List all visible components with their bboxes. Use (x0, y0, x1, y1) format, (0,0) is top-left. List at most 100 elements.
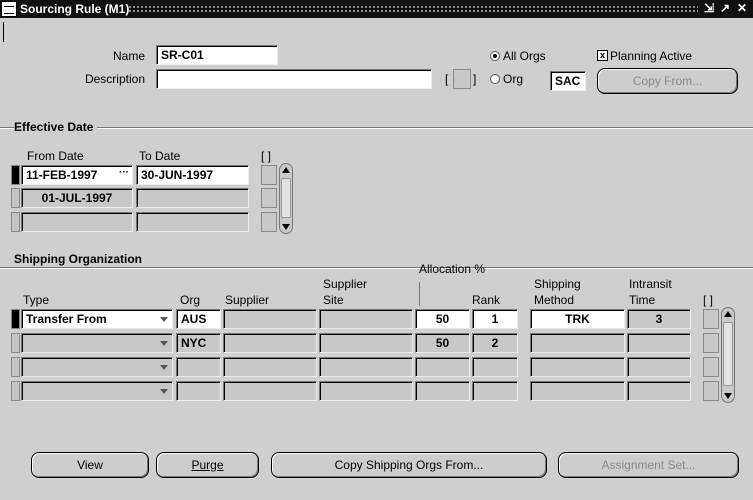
purge-button[interactable]: Purge (156, 452, 259, 478)
type-select[interactable] (21, 381, 173, 401)
ship-flex-field[interactable] (703, 357, 719, 377)
rank-cell[interactable]: 2 (472, 333, 518, 353)
to-date-field[interactable]: 30-JUN-1997 (136, 165, 249, 185)
from-date-field[interactable]: 11-FEB-1997 (21, 165, 133, 185)
scroll-down-icon[interactable] (282, 224, 290, 230)
ship-flex-field[interactable] (703, 309, 719, 329)
to-date-field[interactable] (136, 212, 249, 232)
date-flex-field[interactable] (261, 165, 277, 185)
effective-date-divider (0, 127, 753, 129)
org-cell[interactable] (176, 357, 221, 377)
to-date-header: To Date (139, 149, 181, 163)
desc-flex-field[interactable] (453, 69, 471, 89)
name-label: Name (112, 49, 145, 63)
supplier-cell[interactable] (223, 309, 317, 329)
ship-flex-field[interactable] (703, 333, 719, 353)
type-select[interactable] (21, 333, 173, 353)
allocation-header: Allocation % (419, 262, 486, 276)
ship-flex-field[interactable] (703, 381, 719, 401)
desc-flex-open: [ (445, 72, 449, 86)
org-field[interactable]: SAC (550, 71, 586, 91)
org-radio[interactable] (490, 74, 500, 84)
ship-method-cell[interactable] (530, 333, 625, 353)
supplier-cell[interactable] (223, 333, 317, 353)
type-select[interactable] (21, 357, 173, 377)
ship-method-header-2: Method (534, 293, 575, 307)
allocation-cell[interactable] (415, 381, 470, 401)
org-cell[interactable]: NYC (176, 333, 221, 353)
ship-method-cell[interactable] (530, 381, 625, 401)
org-cell[interactable] (176, 381, 221, 401)
type-select[interactable]: Transfer From (21, 309, 173, 329)
close-icon[interactable]: ✕ (736, 1, 748, 16)
ship-method-cell[interactable]: TRK (530, 309, 625, 329)
maximize-icon[interactable]: ↗ (719, 1, 731, 16)
allocation-cell[interactable]: 50 (415, 309, 470, 329)
assignment-set-button[interactable]: Assignment Set... (558, 452, 739, 478)
intransit-cell[interactable] (627, 333, 691, 353)
chevron-down-icon[interactable] (160, 389, 168, 394)
title-grip (128, 5, 698, 13)
description-field[interactable] (156, 69, 432, 89)
chevron-down-icon[interactable] (160, 317, 168, 322)
planning-active-checkbox[interactable]: x (597, 50, 608, 61)
scroll-up-icon[interactable] (724, 311, 732, 317)
type-value: Transfer From (26, 312, 107, 326)
desc-flex-close: ] (473, 72, 477, 86)
supplier-cell[interactable] (223, 357, 317, 377)
intransit-header-1: Intransit (629, 277, 672, 291)
intransit-cell[interactable] (627, 357, 691, 377)
ship-row-indicator[interactable] (11, 357, 20, 377)
from-date-field[interactable]: 01-JUL-1997 (21, 188, 133, 208)
date-flex-field[interactable] (261, 212, 277, 232)
ship-row-indicator[interactable] (11, 333, 20, 353)
chevron-down-icon[interactable] (160, 365, 168, 370)
shipping-scrollbar[interactable] (721, 307, 735, 403)
intransit-header-2: Time (629, 293, 656, 307)
ship-method-cell[interactable] (530, 357, 625, 377)
date-scrollbar[interactable] (279, 163, 293, 234)
intransit-cell[interactable]: 3 (627, 309, 691, 329)
chevron-down-icon[interactable] (160, 341, 168, 346)
org-cell[interactable]: AUS (176, 309, 221, 329)
shipping-title: Shipping Organization (14, 252, 146, 266)
scroll-up-icon[interactable] (282, 167, 290, 173)
minimize-icon[interactable]: ⇲ (703, 1, 715, 16)
copy-shipping-orgs-button[interactable]: Copy Shipping Orgs From... (271, 452, 547, 478)
rank-header: Rank (472, 293, 501, 307)
from-date-field[interactable] (21, 212, 133, 232)
allocation-cell[interactable]: 50 (415, 333, 470, 353)
supplier-site-cell[interactable] (319, 333, 413, 353)
scroll-thumb[interactable] (281, 178, 291, 218)
scroll-thumb[interactable] (723, 322, 733, 386)
org-header: Org (180, 293, 201, 307)
scroll-down-icon[interactable] (724, 393, 732, 399)
ship-row-indicator[interactable] (11, 309, 20, 329)
supplier-cell[interactable] (223, 381, 317, 401)
all-orgs-radio[interactable] (490, 51, 500, 61)
org-label: Org (503, 72, 524, 86)
supplier-site-cell[interactable] (319, 309, 413, 329)
to-date-field[interactable] (136, 188, 249, 208)
title-bar[interactable]: Sourcing Rule (M1) ⇲ ↗ ✕ (0, 0, 753, 18)
supplier-site-cell[interactable] (319, 381, 413, 401)
copy-from-button[interactable]: Copy From... (597, 68, 738, 94)
intransit-cell[interactable] (627, 381, 691, 401)
date-flex-field[interactable] (261, 188, 277, 208)
text-cursor (3, 22, 4, 42)
date-row-indicator[interactable] (11, 165, 20, 185)
description-label: Description (84, 72, 145, 86)
date-flex-header: [ ] (261, 149, 272, 163)
allocation-cell[interactable] (415, 357, 470, 377)
name-field[interactable]: SR-C01 (156, 45, 278, 65)
supplier-site-cell[interactable] (319, 357, 413, 377)
ship-row-indicator[interactable] (11, 381, 20, 401)
rank-cell[interactable] (472, 357, 518, 377)
rank-cell[interactable]: 1 (472, 309, 518, 329)
allocation-rule (419, 282, 420, 306)
date-row-indicator[interactable] (11, 212, 20, 232)
view-button[interactable]: View (31, 452, 149, 478)
date-row-indicator[interactable] (11, 188, 20, 208)
ship-flex-header: [ ] (703, 293, 714, 307)
rank-cell[interactable] (472, 381, 518, 401)
